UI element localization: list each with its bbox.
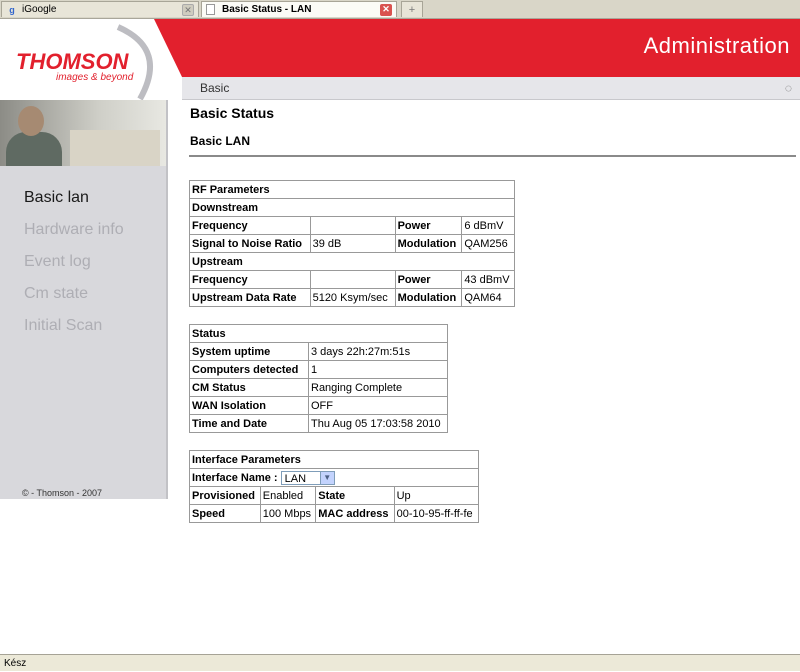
divider [189, 155, 796, 157]
close-tab-icon[interactable]: ✕ [182, 4, 194, 16]
admin-title: Administration [643, 33, 790, 58]
provisioned-value: Enabled [259, 486, 317, 505]
speed-value: 100 Mbps [259, 504, 317, 523]
status-value: Thu Aug 05 17:03:58 2010 [308, 414, 448, 433]
tab-basic[interactable]: Basic [200, 81, 229, 95]
close-tab-icon[interactable]: ✕ [380, 4, 392, 16]
frequency-value [309, 270, 396, 289]
status-label: WAN Isolation [189, 396, 309, 415]
tab-label: iGoogle [22, 4, 57, 15]
data-rate-label: Upstream Data Rate [189, 288, 311, 307]
interface-parameters-table: Interface Parameters Interface Name : LA… [189, 450, 480, 523]
sidebar-nav: Basic lan Hardware info Event log Cm sta… [24, 188, 124, 348]
state-label: State [315, 486, 395, 505]
top-nav: Basic ◌ [182, 77, 800, 100]
modulation-value: QAM256 [461, 234, 515, 253]
browser-tab-bar: g iGoogle ✕ Basic Status - LAN ✕ + [0, 0, 800, 19]
status-value: 1 [308, 360, 448, 379]
status-label: Time and Date [189, 414, 309, 433]
modulation-label: Modulation [394, 234, 463, 253]
sidebar-item-basic-lan[interactable]: Basic lan [24, 188, 124, 220]
status-table: Status System uptime 3 days 22h:27m:51s C… [189, 324, 448, 433]
state-value: Up [393, 486, 480, 505]
table-title: RF Parameters [189, 180, 515, 199]
sidebar-photo [0, 100, 166, 166]
power-label: Power [394, 270, 463, 289]
provisioned-label: Provisioned [189, 486, 261, 505]
data-rate-value: 5120 Ksym/sec [309, 288, 396, 307]
status-label: System uptime [189, 342, 309, 361]
snr-label: Signal to Noise Ratio [189, 234, 311, 253]
power-value: 6 dBmV [461, 216, 515, 235]
status-value: 3 days 22h:27m:51s [308, 342, 448, 361]
header-band: Administration [154, 19, 800, 77]
frequency-label: Frequency [189, 216, 311, 235]
brand-tagline: images & beyond [56, 72, 134, 83]
interface-name-value: LAN [284, 472, 307, 485]
rf-parameters-table: RF Parameters Downstream Frequency Power… [189, 180, 515, 307]
interface-name-label: Interface Name : [192, 471, 278, 484]
status-value: Ranging Complete [308, 378, 448, 397]
browser-tab-igoogle[interactable]: g iGoogle ✕ [1, 1, 199, 17]
table-title: Status [189, 324, 448, 343]
google-icon: g [9, 5, 15, 15]
mac-label: MAC address [315, 504, 395, 523]
status-label: Computers detected [189, 360, 309, 379]
sidebar-item-cm-state[interactable]: Cm state [24, 284, 124, 316]
status-label: CM Status [189, 378, 309, 397]
browser-tab-basic-status[interactable]: Basic Status - LAN ✕ [201, 1, 397, 17]
page-header: THOMSON images & beyond Administration B… [0, 19, 800, 100]
downstream-header: Downstream [189, 198, 515, 217]
frequency-label: Frequency [189, 270, 311, 289]
table-title: Interface Parameters [189, 450, 479, 469]
sidebar-item-initial-scan[interactable]: Initial Scan [24, 316, 124, 348]
interface-name-row: Interface Name : LAN ▼ [189, 468, 479, 487]
copyright-text: © - Thomson - 2007 [22, 488, 103, 498]
status-value: OFF [308, 396, 448, 415]
sidebar-item-event-log[interactable]: Event log [24, 252, 124, 284]
sidebar: Basic lan Hardware info Event log Cm sta… [0, 100, 168, 499]
power-label: Power [394, 216, 463, 235]
snr-value: 39 dB [309, 234, 396, 253]
mac-value: 00-10-95-ff-ff-fe [393, 504, 480, 523]
speed-label: Speed [189, 504, 261, 523]
interface-name-select[interactable]: LAN ▼ [280, 470, 335, 485]
page-icon [206, 4, 215, 15]
page-title: Basic Status [190, 105, 275, 121]
modulation-label: Modulation [394, 288, 463, 307]
power-value: 43 dBmV [461, 270, 515, 289]
new-tab-button[interactable]: + [401, 1, 423, 17]
chevron-down-icon[interactable]: ▼ [319, 471, 334, 484]
sidebar-item-hardware-info[interactable]: Hardware info [24, 220, 124, 252]
upstream-header: Upstream [189, 252, 515, 271]
section-title: Basic LAN [190, 134, 251, 148]
frequency-value [309, 216, 396, 235]
modulation-value: QAM64 [461, 288, 515, 307]
tab-label: Basic Status - LAN [222, 4, 312, 15]
browser-status-bar: Kész [0, 654, 800, 671]
loading-spinner-icon: ◌ [784, 81, 792, 95]
